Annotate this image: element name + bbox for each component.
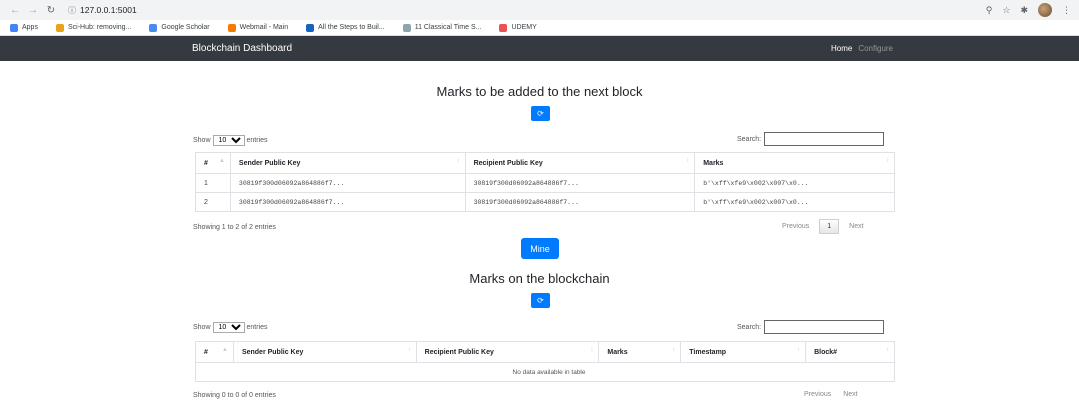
profile-avatar[interactable] [1038,3,1052,17]
chain-info: Showing 0 to 0 of 0 entries [193,392,276,399]
scihub-icon [55,23,64,32]
pending-info: Showing 1 to 2 of 2 entries [193,224,276,231]
pending-page-1[interactable]: 1 [819,219,840,234]
col-block[interactable]: Block# ↕ [805,341,895,363]
nav-home[interactable]: Home [831,44,852,53]
pending-next[interactable]: Next [843,223,869,230]
pending-length-control: Show 10 entries [193,135,268,146]
star-icon[interactable]: ☆ [1002,5,1010,16]
nav-links: Home Configure [831,44,893,53]
pending-entries-select[interactable]: 10 [212,135,245,146]
back-icon[interactable]: ← [8,5,22,16]
col-recipient[interactable]: Recipient Public Key ↕ [464,152,696,174]
site-info-icon[interactable]: ⓘ [68,5,76,16]
refresh-icon: ⟳ [537,109,544,118]
chain-title: Marks on the blockchain [469,271,610,286]
col-sender[interactable]: Sender Public Key ↕ [229,152,466,174]
forward-icon[interactable]: → [26,5,40,16]
bookmark-steps[interactable]: All the Steps to Buil... [306,23,385,32]
chain-previous[interactable]: Previous [798,391,837,398]
navbar: Blockchain Dashboard Home Configure [0,36,1079,61]
chain-table: # ▲ Sender Public Key ↕ Recipient Public K… [195,341,895,382]
pending-search-input[interactable] [764,132,885,146]
chain-pagination: Previous Next [798,391,864,398]
time-series-icon [402,23,411,32]
chain-length-control: Show 10 entries [193,322,268,333]
bookmark-webmail[interactable]: Webmail - Main [227,23,288,32]
bookmarks-bar: Apps Sci-Hub: removing... Google Scholar… [0,20,1079,36]
col-marks[interactable]: Marks ↕ [694,152,895,174]
refresh-chain-button[interactable]: ⟳ [531,293,550,308]
chain-header-row: # ▲ Sender Public Key ↕ Recipient Public K… [195,341,895,363]
pending-search-control: Search: [737,132,885,146]
bookmark-time-series[interactable]: 11 Classical Time S... [402,23,481,32]
address-bar[interactable]: 127.0.0.1:5001 [80,5,137,15]
col-index[interactable]: # ▲ [195,152,231,174]
nav-configure[interactable]: Configure [858,44,893,53]
table-row: 2 30819f300d06092a864886f7... 30819f300d… [195,192,895,212]
webmail-icon [227,23,236,32]
bookmark-udemy[interactable]: UDEMY [499,23,537,32]
table-row: 1 30819f300d06092a864886f7... 30819f300d… [195,173,895,193]
scholar-icon [149,23,158,32]
bookmark-scihub[interactable]: Sci-Hub: removing... [55,23,131,32]
reload-icon[interactable]: ↻ [44,5,58,16]
pending-table: # ▲ Sender Public Key ↕ Recipient Public K… [195,152,895,212]
pending-header-row: # ▲ Sender Public Key ↕ Recipient Public K… [195,152,895,174]
table-row: No data available in table [195,362,895,382]
menu-icon[interactable]: ⋮ [1062,5,1071,16]
pending-pagination: Previous 1 Next [776,219,870,234]
extension-icon[interactable]: ✱ [1020,5,1028,16]
col-marks[interactable]: Marks ↕ [598,341,682,363]
mine-button[interactable]: Mine [521,238,559,259]
refresh-icon: ⟳ [537,296,544,305]
chain-entries-select[interactable]: 10 [212,322,245,333]
browser-toolbar: ← → ↻ ⓘ 127.0.0.1:5001 ⚲ ☆ ✱ ⋮ [0,0,1079,20]
steps-icon [306,23,315,32]
chain-search-control: Search: [737,320,885,334]
col-sender[interactable]: Sender Public Key ↕ [232,341,417,363]
bookmark-google-scholar[interactable]: Google Scholar [149,23,210,32]
refresh-pending-button[interactable]: ⟳ [531,106,550,121]
chain-search-input[interactable] [764,320,885,334]
col-timestamp[interactable]: Timestamp ↕ [680,341,807,363]
col-index[interactable]: # ▲ [195,341,234,363]
apps-icon [10,23,18,32]
bookmark-apps[interactable]: Apps [10,23,38,32]
pending-previous[interactable]: Previous [776,223,815,230]
chain-next[interactable]: Next [837,391,863,398]
pending-title: Marks to be added to the next block [436,84,643,99]
udemy-icon [499,23,508,32]
navbar-brand[interactable]: Blockchain Dashboard [192,43,292,54]
col-recipient[interactable]: Recipient Public Key ↕ [415,341,600,363]
zoom-icon[interactable]: ⚲ [986,5,993,16]
